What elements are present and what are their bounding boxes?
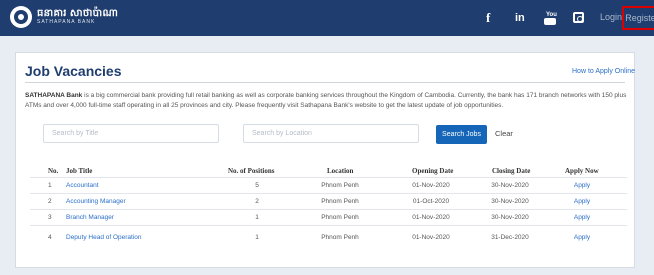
row-2-closing-date: 30-Nov-2020 [491,198,529,205]
header-apply-now: Apply Now [565,167,599,175]
row-4-location: Phnom Penh [321,234,359,241]
row-1-positions: 5 [255,182,259,189]
title-divider [25,82,625,83]
row-1-closing-date: 30-Nov-2020 [491,182,529,189]
row-4-title-link[interactable]: Deputy Head of Operation [66,234,142,241]
header-positions: No. of Positions [228,167,275,175]
row-1-title-link[interactable]: Accountant [66,182,99,189]
row-4-opening-date: 01-Nov-2020 [412,234,450,241]
row-3-positions: 1 [255,214,259,221]
row-2-location: Phnom Penh [321,198,359,205]
row-divider [30,209,627,210]
header-opening-date: Opening Date [412,167,454,175]
row-1-opening-date: 01-Nov-2020 [412,182,450,189]
header-closing-date: Closing Date [492,167,531,175]
row-4-no: 4 [48,234,52,241]
search-jobs-button[interactable]: Search Jobs [436,125,487,144]
top-navbar: ធនាគារ សាថាប៉ាណា SATHAPANA BANK f in You… [0,0,654,36]
row-4-closing-date: 31-Dec-2020 [491,234,529,241]
row-2-opening-date: 01-Oct-2020 [412,198,450,205]
row-2-title-link[interactable]: Accounting Manager [66,198,126,205]
row-3-no: 3 [48,214,52,221]
brand-logo-link[interactable]: ធនាគារ សាថាប៉ាណា SATHAPANA BANK [10,6,118,28]
youtube-icon[interactable]: You [544,12,557,25]
row-1-no: 1 [48,182,52,189]
header-job-title: Job Title [66,167,93,175]
login-link[interactable]: Login [600,12,622,22]
header-location: Location [327,167,354,175]
row-4-positions: 1 [255,234,259,241]
row-3-title-link[interactable]: Branch Manager [66,214,114,221]
instagram-icon[interactable] [573,12,584,23]
bank-logo-icon [10,6,32,28]
row-2-positions: 2 [255,198,259,205]
row-3-opening-date: 01-Nov-2020 [412,214,450,221]
row-3-location: Phnom Penh [321,214,359,221]
row-4-apply-link[interactable]: Apply [570,234,594,241]
bank-name-bold: SATHAPANA Bank [25,92,83,99]
brand-subtitle: SATHAPANA BANK [37,19,96,25]
row-divider [30,225,627,226]
page-title: Job Vacancies [25,63,122,79]
search-title-input[interactable]: Search by Title [43,124,219,143]
linkedin-icon[interactable]: in [515,11,525,25]
row-3-closing-date: 30-Nov-2020 [491,214,529,221]
row-3-apply-link[interactable]: Apply [570,214,594,221]
description-text: is a big commercial bank providing full … [25,92,627,109]
row-2-apply-link[interactable]: Apply [570,198,594,205]
clear-button[interactable]: Clear [495,129,513,138]
row-1-location: Phnom Penh [321,182,359,189]
register-link[interactable]: Register [622,6,654,30]
table-header-divider [30,177,627,178]
row-2-no: 2 [48,198,52,205]
row-1-apply-link[interactable]: Apply [570,182,594,189]
header-no: No. [48,167,59,175]
brand-name: ធនាគារ សាថាប៉ាណា [37,8,119,19]
facebook-icon[interactable]: f [486,11,490,25]
bank-description: SATHAPANA Bank is a big commercial bank … [25,91,630,110]
row-divider [30,193,627,194]
search-location-input[interactable]: Search by Location [243,124,419,143]
how-to-apply-link[interactable]: How to Apply Online [572,68,635,75]
